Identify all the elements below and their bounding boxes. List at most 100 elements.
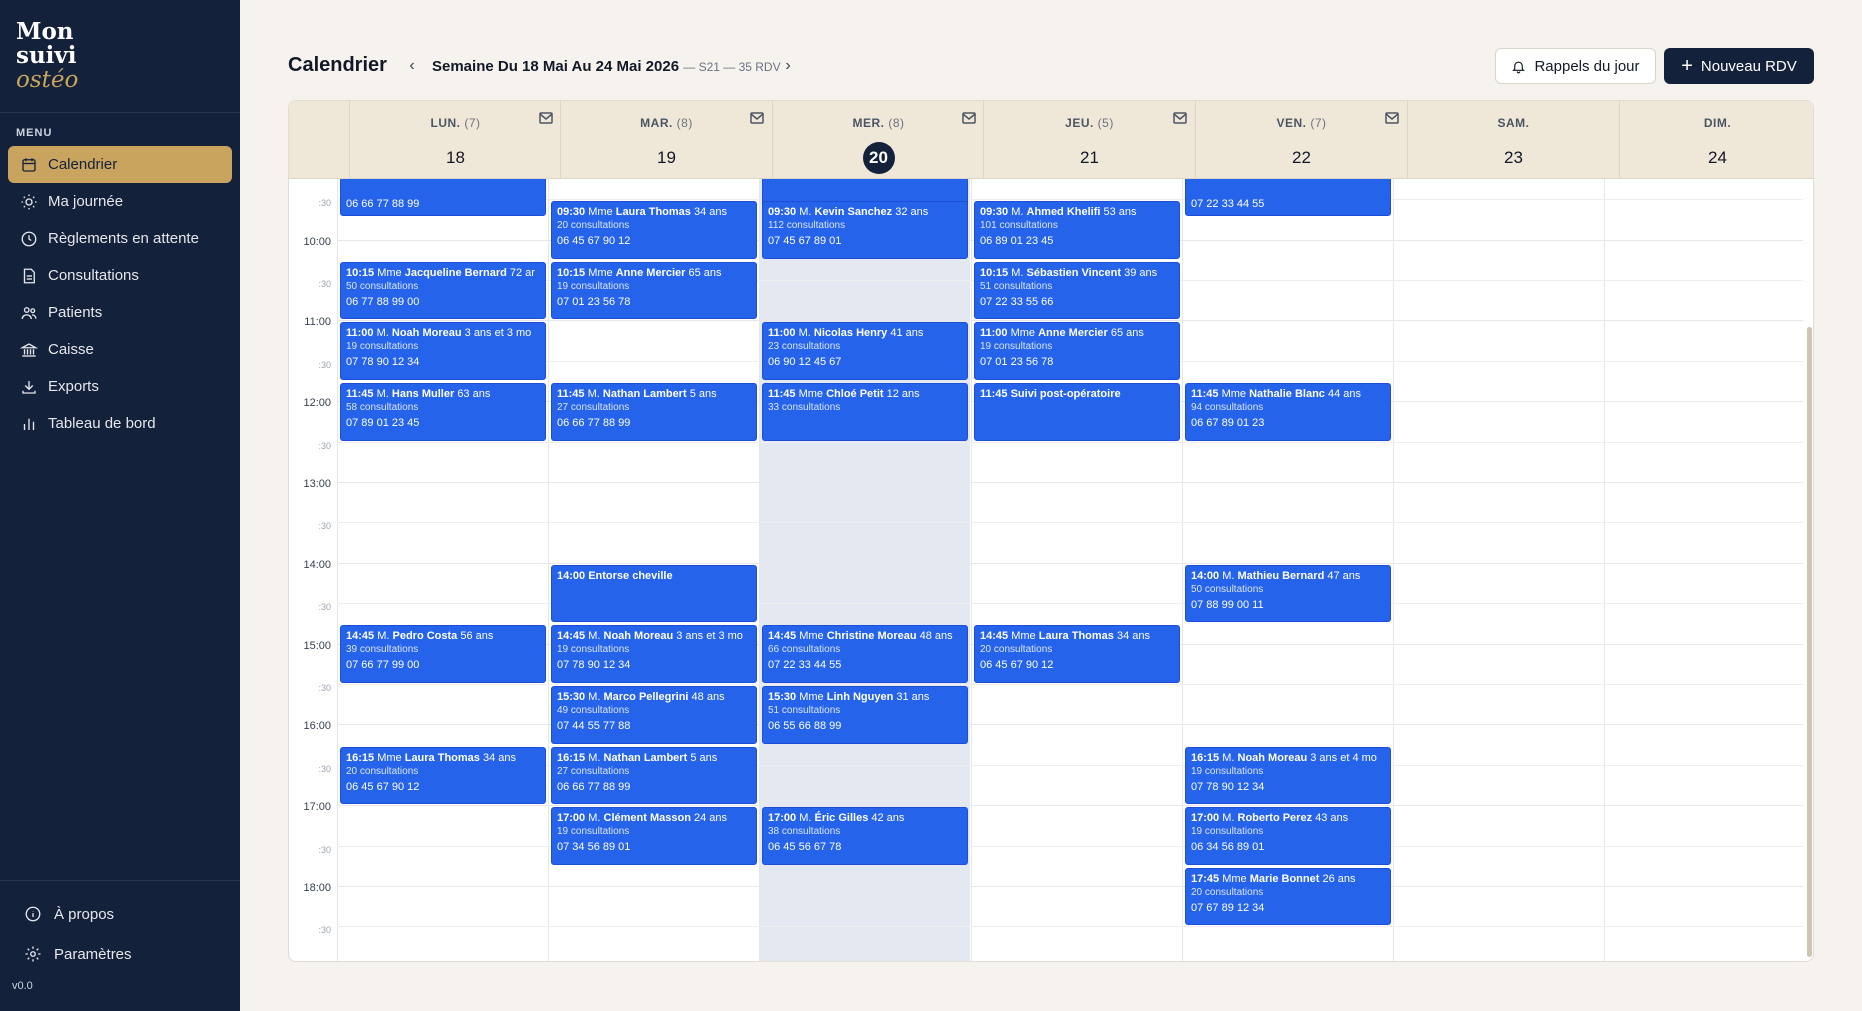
appointment-phone: 06 89 01 23 45 (980, 235, 1054, 248)
appointment-title: 16:15 M. Nathan Lambert 5 ans (557, 751, 718, 764)
document-icon (20, 267, 38, 285)
appointment-card[interactable]: 09:30 M. Ahmed Khelifi 53 ans 101 consult… (974, 201, 1180, 259)
appointment-title: 14:45 M. Pedro Costa 56 ans (346, 630, 494, 643)
week-label: Semaine Du 18 Mai Au 24 Mai 2026 — S21 —… (432, 58, 781, 75)
appointment-title: 17:00 M. Clément Masson 24 ans (557, 812, 728, 825)
sidebar-item-ma-journée[interactable]: Ma journée (8, 183, 232, 220)
app-logo[interactable]: Mon suivi ostéo (16, 20, 78, 93)
new-appointment-button[interactable]: + Nouveau RDV (1664, 48, 1814, 84)
sidebar-item-calendrier[interactable]: Calendrier (8, 146, 232, 183)
appointment-card[interactable]: 07 22 33 44 55 (1185, 179, 1391, 217)
appointment-card[interactable]: 11:00 M. Nicolas Henry 41 ans 23 consulta… (762, 322, 968, 380)
appointment-card[interactable]: 14:45 M. Pedro Costa 56 ans 39 consultati… (340, 625, 546, 683)
appointment-phone: 07 44 55 77 88 (557, 720, 631, 732)
next-week-button[interactable]: › (781, 56, 795, 76)
appointment-consultations: 66 consultations (768, 644, 841, 656)
appointment-phone: 07 78 90 12 34 (557, 659, 631, 672)
day-column[interactable] (1393, 179, 1604, 961)
day-number: 20 (862, 142, 895, 174)
appointment-phone: 07 78 90 12 34 (1191, 780, 1265, 793)
appointment-card[interactable]: 06 66 77 88 99 (340, 179, 546, 217)
sidebar-item-consultations[interactable]: Consultations (8, 257, 232, 294)
day-header[interactable]: VEN. (7) 22 (1195, 101, 1407, 179)
appointment-card[interactable]: 17:00 M. Éric Gilles 42 ans 38 consultati… (762, 807, 968, 865)
appointment-card[interactable]: 11:45 M. Nathan Lambert 5 ans 27 consulta… (551, 383, 757, 441)
appointment-card[interactable]: 11:45 M. Hans Muller 63 ans 58 consultati… (340, 383, 546, 441)
sidebar-item-label: Caisse (48, 341, 94, 358)
calendar-icon (20, 156, 38, 174)
time-label: :30 (318, 521, 331, 532)
appointment-consultations: 19 consultations (557, 826, 630, 838)
appointment-card[interactable]: 14:45 Mme Laura Thomas 34 ans 20 consulta… (974, 625, 1180, 683)
time-label: :30 (318, 683, 331, 693)
day-header[interactable]: LUN. (7) 18 (349, 101, 561, 179)
daily-reminders-button[interactable]: Rappels du jour (1495, 48, 1656, 84)
appointment-card[interactable]: 14:00 M. Mathieu Bernard 47 ans 50 consul… (1185, 564, 1391, 623)
envelope-icon[interactable] (1173, 111, 1187, 124)
grid-line (337, 805, 1803, 807)
clock-icon (20, 230, 38, 248)
time-label: 12:00 (303, 397, 331, 410)
appointment-card[interactable]: 11:45 Mme Chloé Petit 12 ans 33 consultat… (762, 383, 968, 441)
calendar-scrollbar[interactable] (1807, 327, 1812, 957)
appointment-card[interactable]: 17:00 M. Clément Masson 24 ans 19 consult… (551, 807, 757, 865)
envelope-icon[interactable] (962, 111, 976, 124)
appointment-card[interactable]: 10:15 M. Sébastien Vincent 39 ans 51 cons… (974, 261, 1180, 320)
sidebar-item-règlements-en-attente[interactable]: Règlements en attente (8, 220, 232, 257)
appointment-phone: 06 45 67 90 12 (557, 235, 631, 248)
appointment-card[interactable]: 16:15 M. Noah Moreau 3 ans et 4 mo 19 con… (1185, 746, 1391, 805)
day-header[interactable]: MER. (8) 20 (772, 101, 984, 179)
appointment-card[interactable]: 16:15 M. Nathan Lambert 5 ans 27 consulta… (551, 746, 757, 805)
sidebar-item-patients[interactable]: Patients (8, 294, 232, 331)
appointment-card[interactable]: 09:30 Mme Laura Thomas 34 ans 20 consulta… (551, 201, 757, 259)
appointment-consultations: 23 consultations (768, 341, 841, 353)
sidebar-item-tableau-de-bord[interactable]: Tableau de bord (8, 405, 232, 442)
appointment-card[interactable]: 14:45 M. Noah Moreau 3 ans et 3 mo 19 con… (551, 625, 757, 683)
appointment-title: 11:45 M. Nathan Lambert 5 ans (557, 388, 717, 400)
appointment-card[interactable]: 11:00 Mme Anne Mercier 65 ans 19 consulta… (974, 322, 1180, 380)
grid-line (337, 562, 1803, 564)
envelope-icon[interactable] (750, 111, 764, 124)
sidebar-item-label: Patients (48, 304, 103, 321)
appointment-card[interactable]: 17:45 Mme Marie Bonnet 26 ans 20 consulta… (1185, 867, 1391, 926)
chevron-right-icon: › (785, 57, 791, 74)
appointment-card[interactable]: 11:45 Suivi post-opératoire (974, 383, 1180, 441)
appointment-card[interactable]: 14:00 Entorse cheville (551, 564, 757, 623)
appointment-phone: 06 66 77 88 99 (346, 198, 420, 211)
day-name: MER. (8) (852, 116, 905, 130)
day-column[interactable] (1604, 179, 1813, 961)
previous-week-button[interactable]: ‹ (405, 56, 419, 76)
calendar-grid[interactable]: :30 10:00:30 11:00:30 12:00:30 13:00:30 14:00… (289, 179, 1813, 961)
appointment-consultations: 58 consultations (346, 402, 419, 413)
grid-line (337, 886, 1803, 887)
appointment-phone: 06 55 66 88 99 (768, 720, 842, 732)
appointment-card[interactable]: 17:00 M. Roberto Perez 43 ans 19 consulta… (1185, 807, 1391, 865)
appointment-card[interactable]: 09:30 M. Kevin Sanchez 32 ans 112 consult… (762, 201, 968, 259)
appointment-title: 10:15 Mme Jacqueline Bernard 72 ar (346, 266, 535, 279)
sidebar-item-exports[interactable]: Exports (8, 368, 232, 405)
daily-reminders-label: Rappels du jour (1534, 57, 1640, 75)
day-name: LUN. (7) (430, 116, 481, 130)
appointment-card[interactable]: 15:30 M. Marco Pellegrini 48 ans 49 consu… (551, 686, 757, 744)
appointment-card[interactable]: 11:00 M. Noah Moreau 3 ans et 3 mo 19 con… (340, 322, 546, 380)
appointment-card[interactable]: 10:15 Mme Jacqueline Bernard 72 ar 50 con… (340, 261, 546, 320)
about-link[interactable]: À propos (24, 905, 114, 923)
envelope-icon[interactable] (1385, 111, 1399, 124)
day-header[interactable]: SAM. 23 (1407, 101, 1619, 179)
appointment-consultations: 39 consultations (346, 644, 419, 656)
appointment-card[interactable]: 15:30 Mme Linh Nguyen 31 ans 51 consultat… (762, 686, 968, 744)
appointment-card[interactable]: 16:15 Mme Laura Thomas 34 ans 20 consulta… (340, 746, 546, 805)
time-label: :30 (318, 198, 331, 209)
appointment-title: 10:15 Mme Anne Mercier 65 ans (557, 266, 722, 279)
sidebar-item-caisse[interactable]: Caisse (8, 331, 232, 368)
day-name: SAM. (1497, 116, 1530, 130)
day-header[interactable]: MAR. (8) 19 (560, 101, 772, 179)
appointment-consultations: 33 consultations (768, 402, 841, 413)
appointment-card[interactable]: 14:45 Mme Christine Moreau 48 ans 66 cons… (762, 625, 968, 683)
day-header[interactable]: DIM. 24 (1619, 101, 1813, 179)
envelope-icon[interactable] (539, 111, 553, 124)
settings-link[interactable]: Paramètres (24, 945, 132, 963)
appointment-card[interactable]: 10:15 Mme Anne Mercier 65 ans 19 consulta… (551, 261, 757, 320)
appointment-card[interactable]: 11:45 Mme Nathalie Blanc 44 ans 94 consul… (1185, 383, 1391, 441)
day-header[interactable]: JEU. (5) 21 (983, 101, 1195, 179)
